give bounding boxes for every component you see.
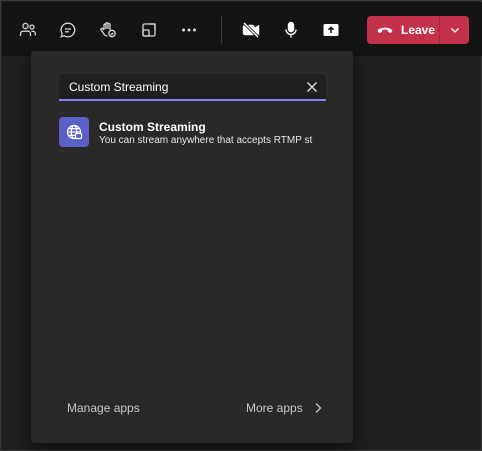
share-screen-icon bbox=[323, 24, 339, 36]
chevron-down-icon bbox=[450, 28, 459, 33]
hang-up-icon bbox=[377, 27, 393, 33]
globe-stream-icon bbox=[66, 124, 83, 140]
app-result-item[interactable]: Custom Streaming You can stream anywhere… bbox=[59, 117, 326, 149]
raise-hand-icon bbox=[100, 22, 116, 38]
camera-toggle-button[interactable] bbox=[235, 14, 267, 46]
more-options-button[interactable] bbox=[173, 14, 205, 46]
microphone-icon bbox=[285, 21, 297, 38]
share-tray-button[interactable] bbox=[133, 14, 165, 46]
app-icon-tile bbox=[59, 117, 89, 147]
chat-button[interactable] bbox=[52, 14, 84, 46]
microphone-button[interactable] bbox=[275, 14, 307, 46]
people-icon bbox=[19, 22, 36, 36]
chevron-right-icon bbox=[315, 403, 322, 413]
leave-label: Leave bbox=[401, 23, 436, 37]
clear-search-button[interactable] bbox=[304, 79, 320, 95]
share-screen-button[interactable] bbox=[315, 14, 347, 46]
app-search-input[interactable] bbox=[59, 74, 294, 99]
share-tray-icon bbox=[142, 23, 156, 37]
apps-flyout: Custom Streaming You can stream anywhere… bbox=[31, 51, 353, 443]
people-button[interactable] bbox=[12, 14, 44, 46]
leave-options-button[interactable] bbox=[440, 16, 469, 44]
camera-off-icon bbox=[242, 21, 260, 39]
leave-button-group: Leave bbox=[367, 16, 469, 44]
more-options-icon bbox=[182, 28, 196, 32]
app-description: You can stream anywhere that accepts RTM… bbox=[99, 135, 313, 146]
leave-button[interactable]: Leave bbox=[367, 16, 439, 44]
app-name: Custom Streaming bbox=[99, 120, 206, 134]
raise-hand-button[interactable] bbox=[92, 14, 124, 46]
more-apps-chevron[interactable] bbox=[312, 401, 324, 415]
close-icon bbox=[307, 82, 317, 92]
toolbar-separator bbox=[221, 16, 222, 44]
chat-icon bbox=[60, 22, 76, 38]
meeting-toolbar: Leave bbox=[2, 2, 482, 56]
app-search-box bbox=[59, 74, 326, 101]
more-apps-link[interactable]: More apps bbox=[246, 401, 303, 415]
meeting-window: Leave Custom Streaming Custom Streaming … bbox=[0, 0, 482, 451]
manage-apps-link[interactable]: Manage apps bbox=[67, 401, 140, 415]
